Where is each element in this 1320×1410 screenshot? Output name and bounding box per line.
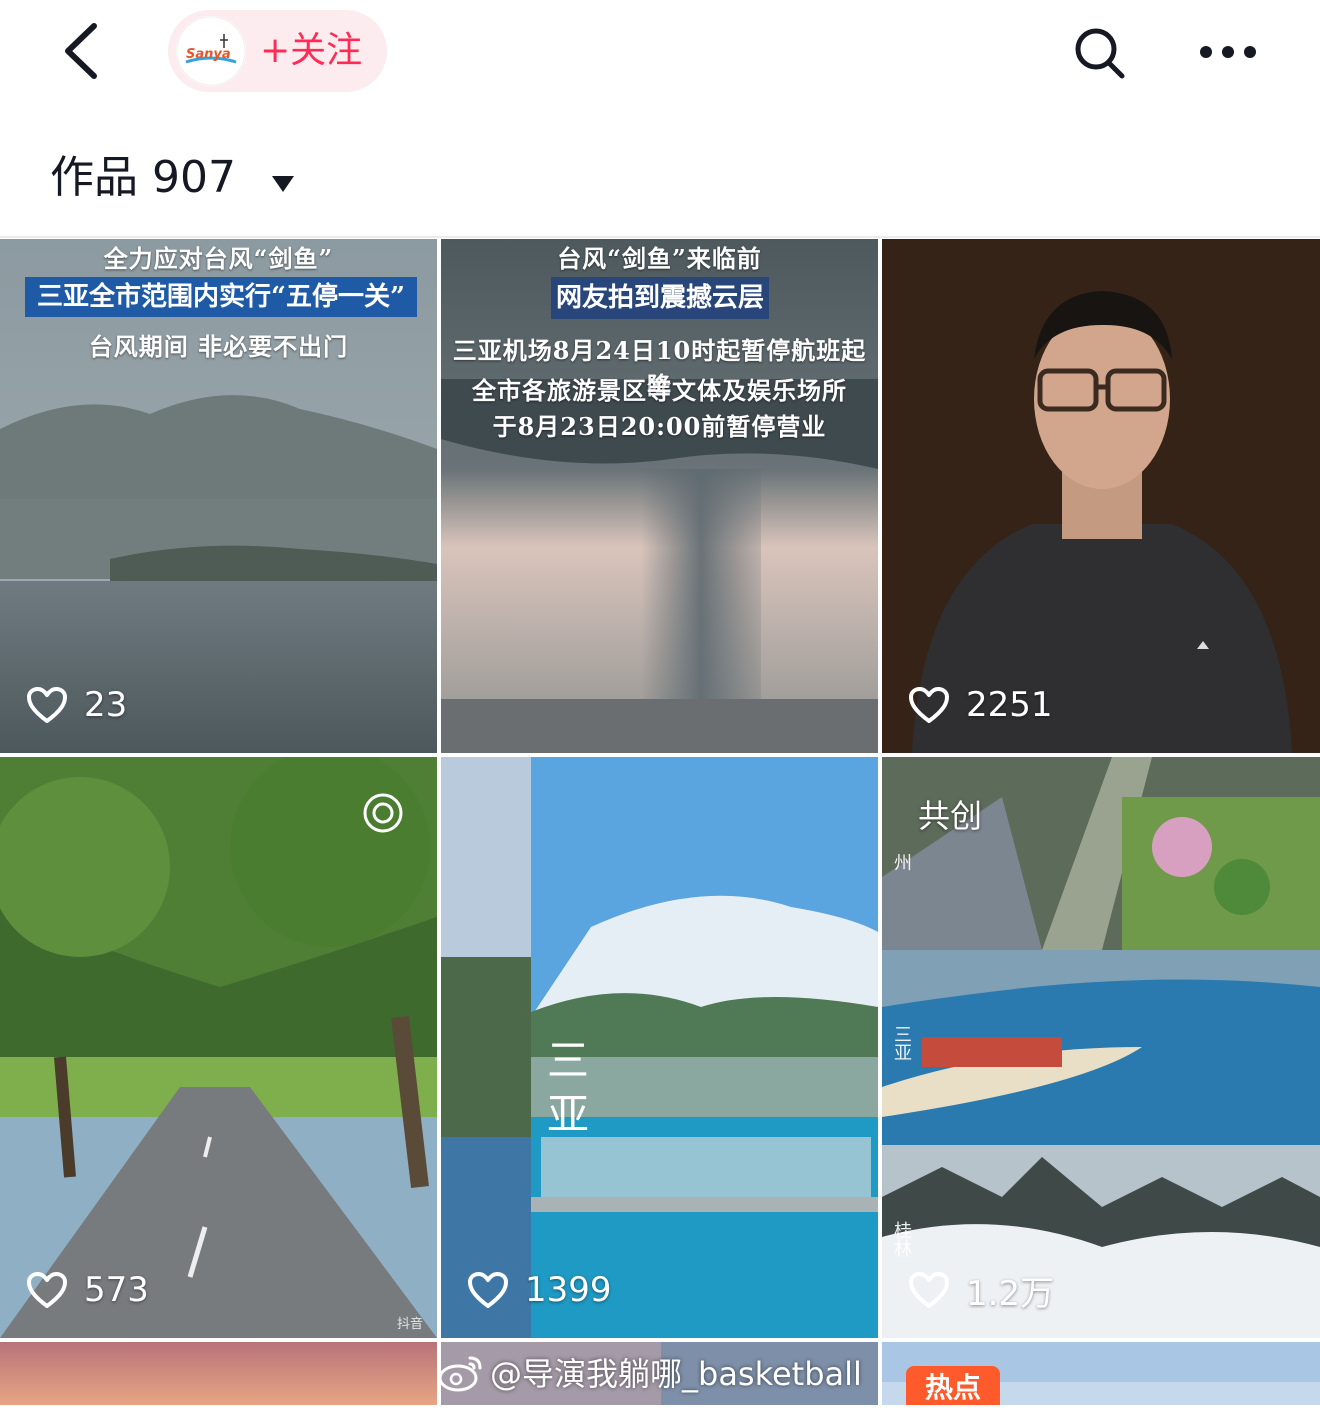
like-count-value: 1.2万 bbox=[966, 1273, 1055, 1314]
location-label: 桂林 bbox=[891, 1221, 912, 1257]
thumbnail-image bbox=[882, 239, 1320, 753]
video-thumbnail[interactable]: 2251 bbox=[882, 239, 1320, 753]
caption-line: 全力应对台风“剑鱼” bbox=[103, 244, 334, 273]
video-thumbnail[interactable]: 三 亚 1399 bbox=[441, 757, 878, 1338]
like-count: 573 bbox=[26, 1268, 149, 1312]
video-title-char: 亚 bbox=[547, 1090, 590, 1139]
co-create-badge: 共创 bbox=[918, 797, 983, 835]
thumbnail-image bbox=[882, 757, 1320, 1338]
follow-pill[interactable]: Sanya +关注 bbox=[168, 10, 387, 92]
works-count: 907 bbox=[152, 152, 236, 203]
works-label: 作品 bbox=[50, 152, 138, 203]
back-icon[interactable] bbox=[54, 16, 114, 86]
caption-line: 全市各旅游景区等文体及娱乐场所 bbox=[472, 376, 847, 405]
top-bar: Sanya +关注 bbox=[0, 0, 1320, 104]
tiktok-watermark: 抖音 bbox=[396, 1317, 423, 1332]
like-count-value: 573 bbox=[84, 1270, 149, 1310]
video-thumbnail[interactable]: 全力应对台风“剑鱼” 三亚全市范围内实行“五停一关” 台风期间 非必要不出门 2… bbox=[0, 239, 437, 753]
like-count-value: 2251 bbox=[966, 685, 1053, 725]
caption-line: 于8月23日20:00前暂停营业 bbox=[492, 412, 827, 441]
like-count: 1.2万 bbox=[908, 1268, 1055, 1314]
search-icon[interactable] bbox=[1070, 22, 1130, 82]
caption-line: 台风“剑鱼”来临前 bbox=[557, 244, 762, 273]
avatar-logo-text: Sanya bbox=[186, 47, 231, 62]
caption-highlight: 三亚全市范围内实行“五停一关” bbox=[25, 277, 417, 317]
like-count: 2251 bbox=[908, 683, 1053, 727]
video-thumbnail[interactable]: 台风“剑鱼”来临前 网友拍到震撼云层 三亚机场8月24日10时起暂停航班起降 全… bbox=[441, 239, 878, 753]
weibo-watermark: @导演我躺哪_basketball bbox=[436, 1350, 862, 1394]
more-options-icon[interactable] bbox=[1192, 30, 1264, 74]
caption-line: 台风期间 非必要不出门 bbox=[88, 332, 349, 361]
video-thumbnail[interactable]: 573 抖音 bbox=[0, 757, 437, 1338]
video-thumbnail[interactable] bbox=[0, 1342, 437, 1405]
like-count: 1399 bbox=[467, 1268, 612, 1312]
weibo-icon bbox=[438, 1356, 482, 1392]
divider bbox=[0, 236, 1320, 238]
heart-icon bbox=[27, 687, 67, 723]
heart-icon bbox=[909, 687, 949, 723]
thumbnail-image bbox=[0, 757, 437, 1338]
thumbnail-image bbox=[0, 1342, 437, 1405]
heart-icon bbox=[468, 1272, 508, 1308]
video-thumbnail[interactable]: 共创 州 三亚 桂林 1.2万 bbox=[882, 757, 1320, 1338]
video-grid: 全力应对台风“剑鱼” 三亚全市范围内实行“五停一关” 台风期间 非必要不出门 2… bbox=[0, 239, 1320, 1405]
heart-icon bbox=[27, 1272, 67, 1308]
location-label: 州 bbox=[891, 853, 912, 871]
watermark-text: @导演我躺哪_basketball bbox=[490, 1355, 862, 1393]
like-count-value: 23 bbox=[84, 685, 128, 725]
caption-highlight: 网友拍到震撼云层 bbox=[551, 277, 769, 319]
location-label: 三亚 bbox=[891, 1025, 912, 1061]
account-avatar[interactable]: Sanya bbox=[176, 16, 246, 86]
like-count-value: 1399 bbox=[525, 1270, 612, 1310]
video-title-char: 三 bbox=[547, 1036, 590, 1085]
works-tab-dropdown[interactable]: 作品 907 bbox=[50, 148, 296, 208]
caret-down-icon bbox=[270, 150, 296, 210]
heart-icon bbox=[909, 1272, 949, 1308]
hot-badge: 热点 bbox=[906, 1366, 1000, 1405]
thumbnail-image bbox=[441, 757, 878, 1338]
follow-button[interactable]: +关注 bbox=[260, 26, 362, 76]
like-count: 23 bbox=[26, 683, 127, 727]
